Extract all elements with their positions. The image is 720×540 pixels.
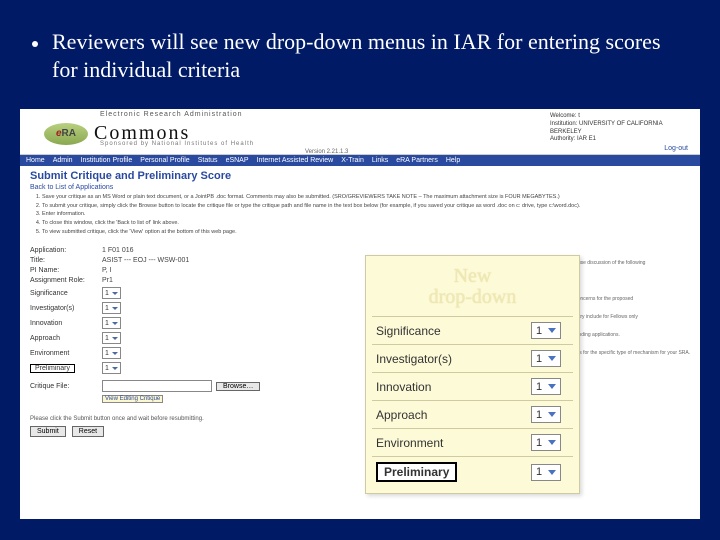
- form-value: P, I: [102, 267, 112, 274]
- instruction-item: Enter information.: [42, 211, 688, 219]
- callout-preliminary-label: Preliminary: [376, 462, 457, 482]
- screenshot: Electronic Research Administration eRA C…: [20, 109, 700, 519]
- chevron-down-icon: [548, 440, 556, 445]
- criteria-select[interactable]: 1: [102, 332, 121, 344]
- chevron-down-icon: [548, 384, 556, 389]
- view-editing-link[interactable]: View Editing Critique: [102, 395, 163, 403]
- submit-button[interactable]: Submit: [30, 426, 66, 437]
- callout-select[interactable]: 1: [531, 434, 561, 451]
- authority-line: Authority: IAR E1: [550, 136, 690, 144]
- header-subline: Sponsored by National Institutes of Heal…: [100, 141, 254, 147]
- nav-item[interactable]: Internet Assisted Review: [257, 157, 334, 164]
- nav-item[interactable]: Help: [446, 157, 460, 164]
- logout-link[interactable]: Log-out: [664, 145, 688, 152]
- instruction-item: To submit your critique, simply click th…: [42, 203, 688, 211]
- criteria-label: Innovation: [30, 320, 102, 327]
- critique-label: Critique File:: [30, 383, 102, 390]
- chevron-down-icon: [112, 367, 118, 370]
- version-label: Version 2.21.1.3: [305, 149, 348, 155]
- form-value: ASIST --- EOJ --- WSW-001: [102, 257, 189, 264]
- callout-select[interactable]: 1: [531, 322, 561, 339]
- callout-select[interactable]: 1: [531, 350, 561, 367]
- slide-bullet: Reviewers will see new drop-down menus i…: [0, 0, 720, 93]
- nav-item[interactable]: Status: [198, 157, 218, 164]
- top-nav: Home Admin Institution Profile Personal Pro…: [20, 155, 700, 166]
- criteria-label: Approach: [30, 335, 102, 342]
- chevron-down-icon: [548, 412, 556, 417]
- reset-button[interactable]: Reset: [72, 426, 104, 437]
- callout-row: Approach1: [372, 401, 573, 429]
- callout-label: Investigator(s): [372, 345, 527, 373]
- criteria-select[interactable]: 1: [102, 302, 121, 314]
- callout-select[interactable]: 1: [531, 406, 561, 423]
- callout-row: Innovation1: [372, 373, 573, 401]
- preliminary-label: Preliminary: [30, 364, 75, 373]
- instruction-item: To close this window, click the 'Back to…: [42, 220, 688, 228]
- callout-title: New drop-down: [372, 266, 573, 308]
- nav-item[interactable]: Admin: [53, 157, 73, 164]
- preliminary-select[interactable]: 1: [102, 362, 121, 374]
- nav-item[interactable]: eRA Partners: [396, 157, 438, 164]
- era-oval-icon: eRA: [44, 123, 88, 145]
- chevron-down-icon: [548, 470, 556, 475]
- nav-item[interactable]: Home: [26, 157, 45, 164]
- callout-table: Significance1Investigator(s)1Innovation1…: [372, 316, 573, 487]
- nav-item[interactable]: eSNAP: [226, 157, 249, 164]
- instructions-list: Save your critique as an MS Word or plai…: [20, 194, 700, 241]
- chevron-down-icon: [112, 292, 118, 295]
- bullet-text: Reviewers will see new drop-down menus i…: [52, 29, 661, 82]
- form-value: 1 F01 016: [102, 247, 134, 254]
- chevron-down-icon: [548, 328, 556, 333]
- chevron-down-icon: [112, 337, 118, 340]
- callout-label: Environment: [372, 429, 527, 457]
- critique-file-row: Critique File: Browse…: [30, 380, 690, 392]
- form-row: Application:1 F01 016: [30, 247, 690, 254]
- bullet-dot: [32, 41, 38, 47]
- browse-button[interactable]: Browse…: [216, 382, 260, 391]
- welcome-block: Welcome: t Institution: UNIVERSITY OF CA…: [550, 113, 690, 144]
- please-note: Please click the Submit button once and …: [20, 412, 700, 422]
- era-header: Electronic Research Administration eRA C…: [20, 109, 700, 155]
- callout-row: Significance1: [372, 317, 573, 345]
- callout-label: Significance: [372, 317, 527, 345]
- institution-line: Institution: UNIVERSITY OF CALIFORNIA BE…: [550, 121, 690, 137]
- chevron-down-icon: [548, 356, 556, 361]
- critique-file-input[interactable]: [102, 380, 212, 392]
- editing-link-row: View Editing Critique: [30, 395, 690, 403]
- callout-label: Innovation: [372, 373, 527, 401]
- nav-item[interactable]: X-Train: [341, 157, 364, 164]
- page-title: Submit Critique and Preliminary Score: [20, 166, 700, 184]
- chevron-down-icon: [112, 322, 118, 325]
- form-label: Title:: [30, 257, 102, 264]
- form-label: Application:: [30, 247, 102, 254]
- form-label: PI Name:: [30, 267, 102, 274]
- back-link[interactable]: Back to List of Applications: [20, 184, 700, 194]
- criteria-select[interactable]: 1: [102, 317, 121, 329]
- chevron-down-icon: [112, 307, 118, 310]
- chevron-down-icon: [112, 352, 118, 355]
- instruction-item: To view submitted critique, click the 'V…: [42, 229, 688, 237]
- instruction-item: Save your critique as an MS Word or plai…: [42, 194, 688, 202]
- callout-row: Environment1: [372, 429, 573, 457]
- criteria-label: Investigator(s): [30, 305, 102, 312]
- form-label: Assignment Role:: [30, 277, 102, 284]
- callout-row: Investigator(s)1: [372, 345, 573, 373]
- criteria-select[interactable]: 1: [102, 347, 121, 359]
- callout-select[interactable]: 1: [531, 378, 561, 395]
- criteria-select[interactable]: 1: [102, 287, 121, 299]
- form-value: Pr1: [102, 277, 113, 284]
- header-topline: Electronic Research Administration: [100, 111, 243, 118]
- nav-item[interactable]: Institution Profile: [81, 157, 133, 164]
- button-row: Submit Reset: [20, 422, 700, 441]
- criteria-label: Significance: [30, 290, 102, 297]
- callout-overlay: New drop-down Significance1Investigator(…: [365, 255, 580, 494]
- callout-preliminary-select[interactable]: 1: [531, 464, 561, 481]
- welcome-line: Welcome: t: [550, 113, 690, 121]
- nav-item[interactable]: Personal Profile: [140, 157, 189, 164]
- callout-preliminary-row: Preliminary 1: [372, 457, 573, 488]
- criteria-label: Environment: [30, 350, 102, 357]
- callout-label: Approach: [372, 401, 527, 429]
- nav-item[interactable]: Links: [372, 157, 388, 164]
